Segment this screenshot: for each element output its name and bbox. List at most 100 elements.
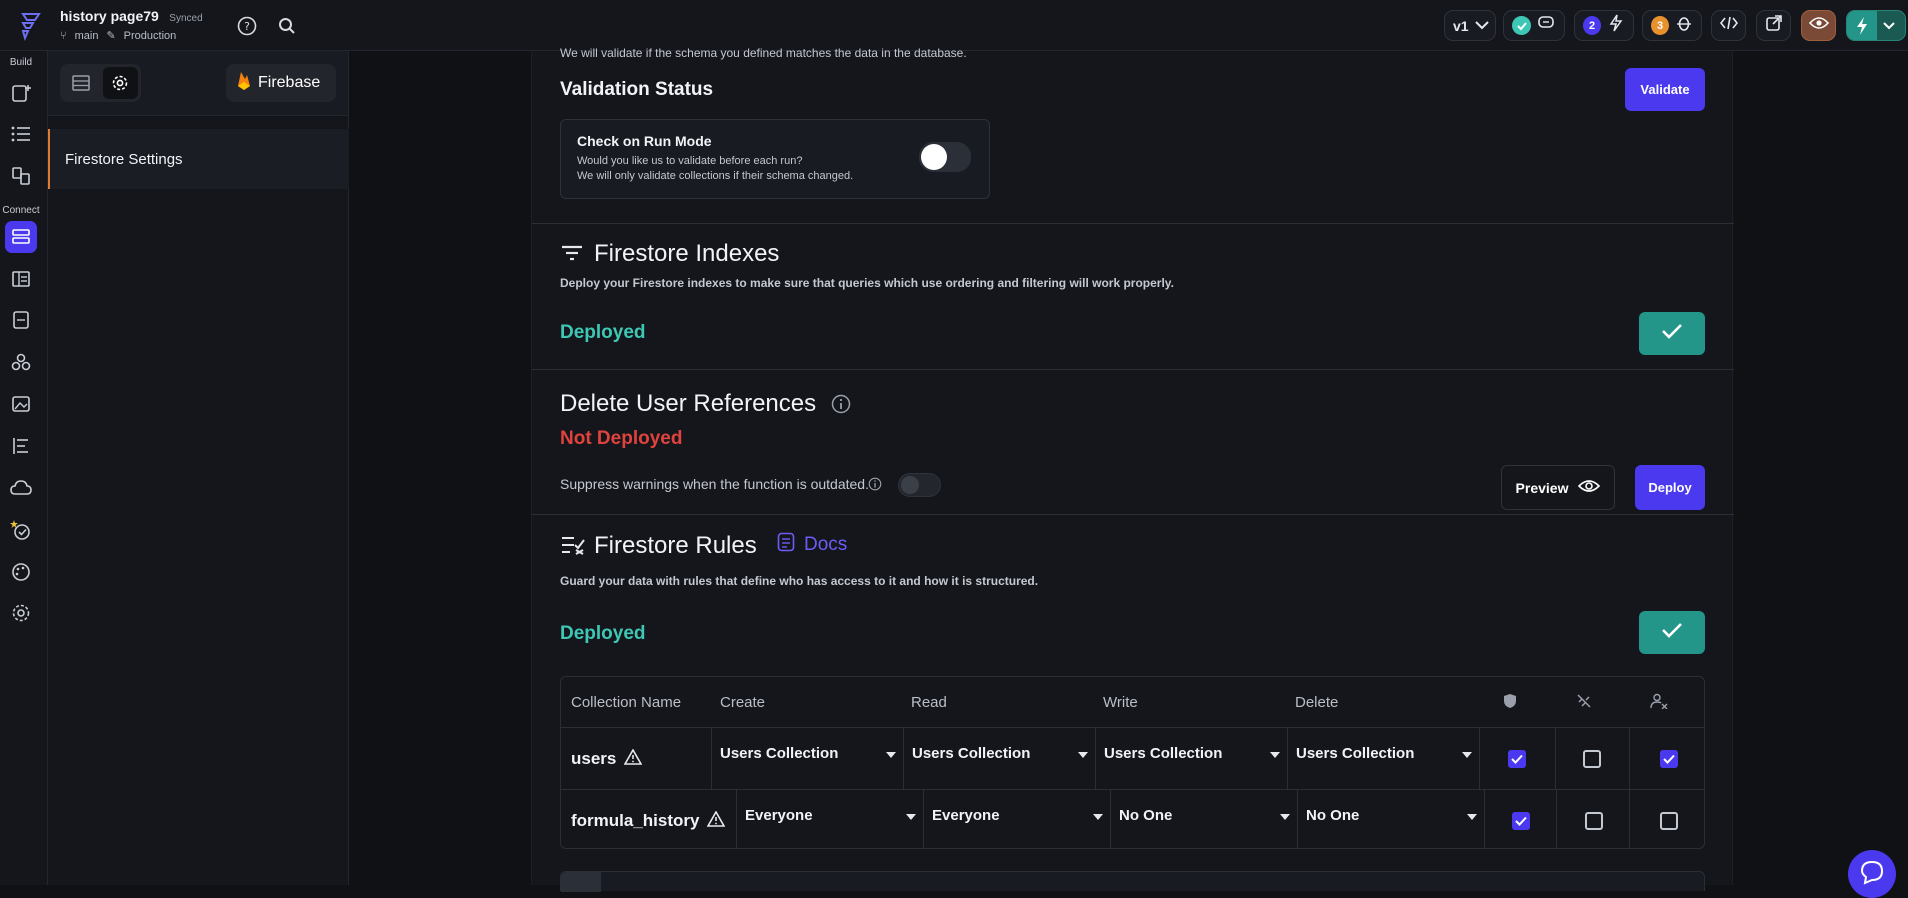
column-create: Create	[720, 693, 766, 711]
add-page-icon[interactable]	[5, 77, 37, 109]
code-view-button[interactable]	[1711, 10, 1746, 41]
bug-icon	[1675, 14, 1693, 37]
open-external-button[interactable]	[1756, 10, 1791, 41]
dropdown-arrow-icon	[1467, 807, 1477, 824]
ai-agents-icon[interactable]	[5, 514, 37, 546]
dropdown-arrow-icon	[1270, 745, 1280, 762]
create-value: Users Collection	[720, 744, 839, 762]
settings-gear-icon[interactable]	[5, 597, 37, 629]
project-info[interactable]: history page79 Synced ⑂ main ✎ Production	[60, 8, 203, 42]
rules-deployed-button[interactable]	[1639, 611, 1705, 654]
lightning-icon[interactable]	[1847, 11, 1877, 40]
column-read: Read	[911, 693, 947, 711]
check-badge-icon	[1512, 16, 1531, 35]
auth-checkbox[interactable]	[1508, 750, 1526, 768]
auth-checkbox[interactable]	[1512, 812, 1530, 830]
docs-link[interactable]: Docs	[777, 532, 847, 557]
firebase-label: Firebase	[258, 74, 321, 91]
errors-count: 3	[1651, 16, 1669, 35]
next-section-card	[560, 871, 1705, 892]
delete-cell: No One	[1297, 790, 1485, 848]
read-dropdown[interactable]: Everyone	[924, 790, 1111, 840]
create-dropdown[interactable]: Users Collection	[712, 728, 904, 778]
write-cell: Users Collection	[1095, 728, 1287, 790]
chevron-down-icon[interactable]	[1883, 17, 1895, 35]
next-section-tab[interactable]	[561, 872, 601, 892]
run-mode-line2: We will only validate collections if the…	[577, 170, 854, 182]
validate-button[interactable]: Validate	[1625, 68, 1705, 111]
errors-group[interactable]: 3	[1642, 10, 1702, 41]
warning-icon[interactable]	[707, 809, 726, 832]
indexes-deployed-button[interactable]	[1639, 312, 1705, 355]
collection-name: formula_history	[571, 811, 700, 830]
dropdown-arrow-icon	[1078, 745, 1088, 762]
unlinked-checkbox[interactable]	[1585, 812, 1603, 830]
settings-view-icon[interactable]	[102, 67, 138, 99]
unlinked-checkbox[interactable]	[1583, 750, 1601, 768]
delete-value: Users Collection	[1296, 744, 1415, 762]
chevron-down-icon	[1474, 17, 1489, 35]
user-remove-icon	[1650, 693, 1668, 714]
deploy-button[interactable]: Deploy	[1635, 465, 1705, 510]
validation-chat-group[interactable]	[1503, 10, 1565, 41]
sync-status: Synced	[169, 13, 203, 24]
suppress-warnings-text: Suppress warnings when the function is o…	[560, 476, 869, 492]
schema-icon[interactable]	[5, 263, 37, 295]
panel-item-firestore-settings[interactable]: Firestore Settings	[48, 129, 349, 189]
table-row: users Users Collection Users Collection	[561, 727, 1704, 790]
suppress-warnings-toggle[interactable]	[898, 473, 941, 497]
read-dropdown[interactable]: Users Collection	[904, 728, 1096, 778]
run-mode-toggle[interactable]	[919, 142, 971, 172]
write-dropdown[interactable]: No One	[1111, 790, 1298, 840]
rules-list-check-icon	[560, 535, 586, 560]
api-calls-icon[interactable]	[5, 430, 37, 462]
warnings-group[interactable]: 2	[1574, 10, 1634, 41]
eye-icon	[1808, 16, 1829, 35]
write-dropdown[interactable]: Users Collection	[1096, 728, 1288, 778]
flutterflow-logo-icon[interactable]	[19, 11, 45, 41]
storage-icon[interactable]	[5, 304, 37, 336]
preview-button[interactable]: Preview	[1501, 465, 1615, 510]
integrations-icon[interactable]	[5, 346, 37, 378]
eye-icon	[1578, 479, 1601, 496]
support-chat-button[interactable]	[1848, 850, 1896, 898]
search-icon[interactable]	[275, 14, 299, 38]
external-link-icon	[1765, 15, 1782, 36]
firestore-icon[interactable]	[5, 221, 37, 253]
pencil-icon: ✎	[106, 30, 116, 42]
unlinked-checkbox-cell	[1556, 790, 1629, 848]
info-icon[interactable]	[831, 394, 851, 419]
cloud-functions-icon[interactable]	[5, 472, 37, 504]
warnings-count: 2	[1583, 16, 1601, 35]
warning-icon[interactable]	[623, 747, 643, 770]
help-icon[interactable]: ?	[235, 14, 259, 38]
document-icon	[777, 532, 795, 557]
read-value: Everyone	[932, 806, 1000, 824]
indexes-section: Firestore Indexes Deploy your Firestore …	[532, 224, 1734, 370]
theme-icon[interactable]	[5, 556, 37, 588]
user-delete-checkbox[interactable]	[1660, 750, 1678, 768]
delete-dropdown[interactable]: No One	[1298, 790, 1485, 840]
firebase-brand[interactable]: Firebase	[226, 64, 336, 102]
lightning-list-icon	[1607, 14, 1625, 37]
delete-dropdown[interactable]: Users Collection	[1288, 728, 1480, 778]
dropdown-arrow-icon	[886, 745, 896, 762]
preview-mode-button[interactable]	[1801, 10, 1836, 41]
shield-icon	[1503, 693, 1517, 714]
left-nav-rail: Build Connect	[0, 51, 48, 885]
widget-tree-icon[interactable]	[5, 118, 37, 150]
indexes-status: Deployed	[560, 322, 646, 343]
info-icon-small[interactable]	[868, 477, 882, 496]
database-view-icon[interactable]	[63, 67, 99, 99]
create-dropdown[interactable]: Everyone	[737, 790, 924, 840]
checkmark-icon	[1661, 323, 1683, 344]
delete-cell: Users Collection	[1287, 728, 1479, 790]
dropdown-arrow-icon	[1093, 807, 1103, 824]
media-assets-icon[interactable]	[5, 388, 37, 420]
column-delete: Delete	[1295, 693, 1339, 711]
run-button-group[interactable]	[1846, 10, 1906, 41]
dropdown-arrow-icon	[906, 807, 916, 824]
version-selector[interactable]: v1	[1444, 10, 1496, 41]
components-icon[interactable]	[5, 160, 37, 192]
user-delete-checkbox[interactable]	[1660, 812, 1678, 830]
